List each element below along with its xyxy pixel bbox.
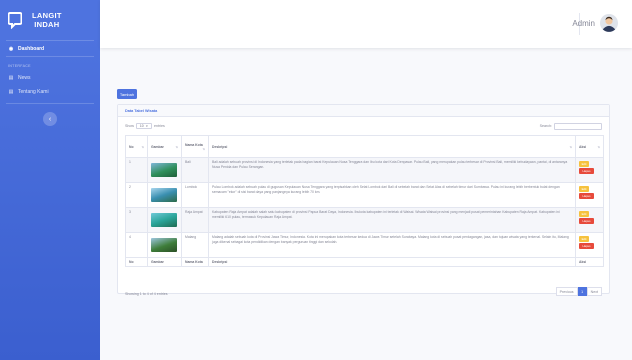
destination-image	[151, 238, 177, 252]
search-label: Search:	[539, 124, 552, 128]
sidebar-brand[interactable]: LANGIT INDAH	[0, 0, 100, 40]
edit-button[interactable]: Edit	[579, 236, 589, 242]
entries-select[interactable]: 10 ▼	[136, 123, 152, 129]
table-row: 2 Lombok Pulau Lombok adalah sebuah pula…	[125, 182, 604, 208]
table-row: 1 Bali Bali adalah sebuah provinsi di In…	[125, 157, 604, 183]
cell-no: 3	[125, 207, 148, 233]
topbar: Admin	[100, 0, 632, 48]
sidebar-item-label: News	[18, 75, 31, 81]
cell-nama-kota: Raja Ampat	[181, 207, 209, 233]
data-table-card: Data Tabel Wisata Show 10 ▼ entries Sear…	[117, 104, 610, 296]
row-actions: Edit Hapus	[579, 236, 600, 249]
edit-button[interactable]: Edit	[579, 211, 589, 217]
sort-icon: ⇅	[597, 144, 600, 149]
footer-no: No	[125, 257, 148, 267]
entries-label: entries	[154, 124, 165, 128]
table-row: 3 Raja Ampat Kabupaten Raja Ampat adalah…	[125, 207, 604, 233]
brand-name: LANGIT INDAH	[32, 11, 62, 29]
hapus-button[interactable]: Hapus	[579, 168, 594, 174]
sidebar-toggle-button[interactable]: ‹	[43, 112, 57, 126]
cell-aksi: Edit Hapus	[575, 182, 604, 208]
destination-image	[151, 213, 177, 227]
table-info: Showing 1 to 4 of 4 entries	[125, 292, 168, 296]
caret-down-icon: ▼	[145, 124, 149, 128]
cell-nama-kota: Malang	[181, 232, 209, 258]
sort-icon: ⇅	[175, 144, 178, 149]
pagination-page-1[interactable]: 1	[577, 287, 587, 296]
cell-gambar	[147, 207, 182, 233]
user-avatar-icon	[600, 14, 618, 32]
user-name: Admin	[572, 18, 595, 28]
cell-no: 2	[125, 182, 148, 208]
row-actions: Edit Hapus	[579, 186, 600, 199]
user-dropdown[interactable]: Admin	[572, 14, 618, 32]
column-header-no[interactable]: No ⇅	[125, 135, 148, 158]
cell-aksi: Edit Hapus	[575, 157, 604, 183]
edit-button[interactable]: Edit	[579, 186, 589, 192]
pagination-previous[interactable]: Previous	[555, 287, 578, 296]
cell-nama-kota: Bali	[181, 157, 209, 183]
chevron-left-icon: ‹	[48, 115, 52, 123]
tambah-button[interactable]: Tambah	[117, 89, 137, 99]
wisata-table: No ⇅ Gambar ⇅ Nama Kota ⇅ Deskripsi ⇅ Ak…	[125, 135, 604, 267]
row-actions: Edit Hapus	[579, 161, 600, 174]
footer-nama-kota: Nama Kota	[181, 257, 209, 267]
cell-no: 4	[125, 232, 148, 258]
cell-deskripsi: Bali adalah sebuah provinsi di Indonesia…	[208, 157, 576, 183]
column-header-nama-kota[interactable]: Nama Kota ⇅	[181, 135, 209, 158]
footer-aksi: Aksi	[575, 257, 604, 267]
sidebar-item-tentang-kami[interactable]: ▤ Tentang Kami	[0, 85, 100, 99]
footer-gambar: Gambar	[147, 257, 182, 267]
hapus-button[interactable]: Hapus	[579, 193, 594, 199]
sidebar-item-label: Dashboard	[18, 45, 45, 52]
destination-image	[151, 188, 177, 202]
footer-deskripsi: Deskripsi	[208, 257, 576, 267]
sidebar-item-label: Tentang Kami	[18, 89, 49, 95]
card-body: Show 10 ▼ entries Search: No ⇅ Gambar ⇅ …	[118, 117, 609, 296]
speech-bubble-icon	[8, 12, 22, 29]
entries-length-control: Show 10 ▼ entries	[125, 122, 602, 130]
cell-gambar	[147, 182, 182, 208]
cell-nama-kota: Lombok	[181, 182, 209, 208]
table-header-row: No ⇅ Gambar ⇅ Nama Kota ⇅ Deskripsi ⇅ Ak…	[125, 135, 604, 158]
cell-deskripsi: Pulau Lombok adalah sebuah pulau di gugu…	[208, 182, 576, 208]
column-header-aksi[interactable]: Aksi ⇅	[575, 135, 604, 158]
pagination: Previous 1 Next	[555, 287, 602, 296]
sidebar-item-news[interactable]: ▤ News	[0, 71, 100, 85]
column-header-gambar[interactable]: Gambar ⇅	[147, 135, 182, 158]
row-actions: Edit Hapus	[579, 211, 600, 224]
sidebar-heading: INTERFACE	[8, 64, 31, 68]
entries-value: 10	[139, 124, 144, 128]
show-label: Show	[125, 124, 134, 128]
cell-aksi: Edit Hapus	[575, 207, 604, 233]
hapus-button[interactable]: Hapus	[579, 218, 594, 224]
cell-gambar	[147, 157, 182, 183]
info-icon: ▤	[8, 89, 14, 95]
search-input[interactable]	[554, 122, 602, 130]
cell-gambar	[147, 232, 182, 258]
card-title: Data Tabel Wisata	[118, 105, 609, 117]
sort-icon: ⇅	[569, 144, 572, 149]
sort-icon: ⇅	[141, 144, 144, 149]
sidebar: LANGIT INDAH ◉ Dashboard INTERFACE ▤ New…	[0, 0, 100, 360]
cell-deskripsi: Malang adalah sebuah kota di Provinsi Ja…	[208, 232, 576, 258]
destination-image	[151, 163, 177, 177]
sort-icon: ⇅	[202, 146, 205, 151]
pagination-next[interactable]: Next	[586, 287, 602, 296]
brand-line-1: LANGIT	[32, 11, 62, 20]
cell-deskripsi: Kabupaten Raja Ampat adalah salah satu k…	[208, 207, 576, 233]
cell-aksi: Edit Hapus	[575, 232, 604, 258]
column-header-deskripsi[interactable]: Deskripsi ⇅	[208, 135, 576, 158]
sidebar-item-dashboard[interactable]: ◉ Dashboard	[0, 41, 100, 56]
newspaper-icon: ▤	[8, 75, 14, 81]
sidebar-divider	[6, 103, 94, 104]
dashboard-icon: ◉	[8, 45, 14, 52]
table-row: 4 Malang Malang adalah sebuah kota di Pr…	[125, 232, 604, 258]
brand-line-2: INDAH	[34, 20, 60, 29]
hapus-button[interactable]: Hapus	[579, 243, 594, 249]
edit-button[interactable]: Edit	[579, 161, 589, 167]
table-footer-row: No Gambar Nama Kota Deskripsi Aksi	[125, 257, 604, 267]
search-control: Search:	[540, 122, 602, 130]
cell-no: 1	[125, 157, 148, 183]
